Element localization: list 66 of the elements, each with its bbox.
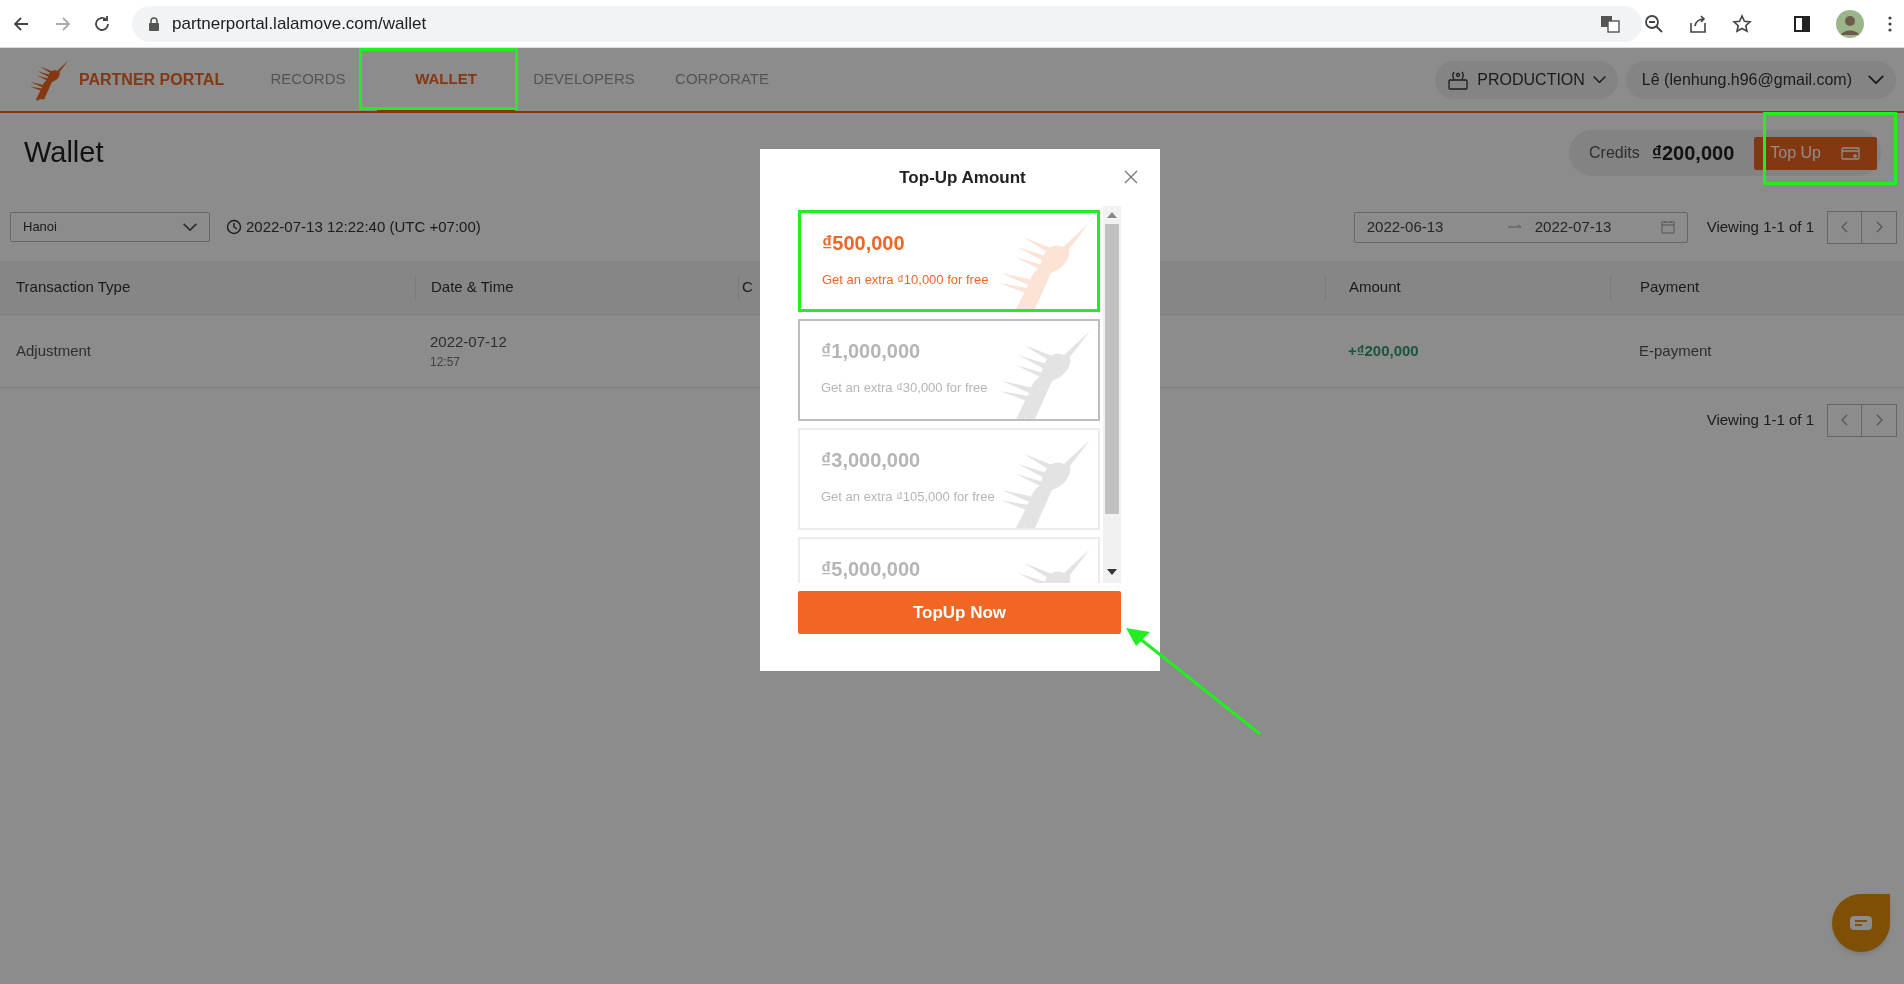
modal-title: Top-Up Amount (898, 166, 1026, 189)
calendar-icon (1660, 220, 1675, 234)
top-up-button[interactable]: Top Up (1754, 136, 1877, 170)
table-cell: E-payment (1639, 342, 1712, 359)
nav-tab[interactable]: CORPORATE (653, 48, 791, 111)
chevron-down-icon (1592, 76, 1606, 83)
share-icon[interactable] (1688, 14, 1708, 34)
current-time: 2022-07-13 12:22:40 (UTC +07:00) (246, 216, 481, 237)
chevron-left-icon (1839, 220, 1850, 234)
page-title: Wallet (24, 135, 104, 171)
table-cell: +₫200,000 (1348, 342, 1419, 359)
option-amount: ₫500,000 (822, 231, 905, 256)
avatar-icon[interactable] (1836, 10, 1864, 38)
city-select[interactable]: Hanoi (10, 212, 210, 242)
reload-icon[interactable] (92, 13, 112, 34)
column-header: C (742, 277, 753, 298)
option-bonus: Get an extra ₫105,000 for free (821, 488, 995, 506)
option-amount: ₫5,000,000 (821, 557, 921, 582)
amount-option[interactable]: ₫1,000,000 Get an extra ₫30,000 for free (798, 319, 1100, 421)
scroll-down-icon[interactable] (1107, 569, 1117, 575)
column-header: Amount (1349, 277, 1401, 298)
nav-tab[interactable]: RECORDS (239, 48, 377, 111)
more-icon[interactable] (1888, 16, 1892, 32)
translate-icon[interactable] (1600, 14, 1620, 34)
arrow-right-icon (1506, 223, 1523, 231)
nav-tab[interactable]: WALLET (377, 48, 515, 111)
account-dropdown[interactable]: Lê (lenhung.h96@gmail.com) (1625, 60, 1896, 99)
amount-option[interactable]: ₫5,000,000 (798, 537, 1100, 583)
credits-value: ₫200,000 (1651, 141, 1735, 166)
chevron-right-icon (1874, 413, 1884, 427)
amount-option[interactable]: ₫500,000 Get an extra ₫10,000 for free (798, 210, 1100, 312)
table-cell-text: 2022-07-12 (430, 331, 508, 352)
date-range-field[interactable]: 2022-06-13 2022-07-13 (1353, 211, 1688, 243)
chevron-right-icon (1874, 220, 1884, 234)
top-up-now-button[interactable]: TopUp Now (798, 591, 1121, 634)
table-cell: Adjustment (16, 342, 92, 359)
column-header: Transaction Type (16, 277, 131, 298)
zoom-out-icon[interactable] (1644, 14, 1664, 34)
nav-tab[interactable]: DEVELOPERS (515, 48, 653, 111)
column-header: Payment (1640, 277, 1700, 298)
scrollbar[interactable] (1103, 206, 1121, 583)
chat-icon (1849, 915, 1873, 931)
scrollbar-thumb[interactable] (1105, 224, 1119, 514)
address-bar[interactable]: partnerportal.lalamove.com/wallet (132, 5, 1642, 42)
chevron-down-icon (183, 223, 197, 231)
pagination-info: Viewing 1-1 of 1 (1706, 216, 1814, 237)
environment-dropdown[interactable]: PRODUCTION (1435, 60, 1618, 99)
close-icon[interactable] (1124, 170, 1138, 184)
lock-icon (148, 16, 160, 31)
scroll-up-icon[interactable] (1107, 212, 1117, 218)
option-amount: ₫3,000,000 (821, 448, 921, 473)
brand-name[interactable]: PARTNER PORTAL (79, 70, 225, 88)
amount-option[interactable]: ₫3,000,000 Get an extra ₫105,000 for free (798, 428, 1100, 530)
option-bonus: Get an extra ₫30,000 for free (821, 379, 988, 397)
chevron-left-icon (1839, 413, 1850, 427)
chevron-down-icon (1868, 75, 1884, 84)
option-bonus: Get an extra ₫10,000 for free (822, 271, 989, 289)
wallet-icon (1841, 145, 1861, 161)
column-header: Date & Time (431, 277, 514, 298)
star-icon[interactable] (1732, 14, 1752, 34)
option-amount: ₫1,000,000 (821, 339, 921, 364)
credits-label: Credits (1589, 143, 1640, 163)
table-cell-text: 12:57 (430, 354, 462, 372)
pagination-info: Viewing 1-1 of 1 (1706, 409, 1814, 430)
url-text: partnerportal.lalamove.com/wallet (172, 12, 427, 35)
clock-icon (226, 219, 242, 235)
